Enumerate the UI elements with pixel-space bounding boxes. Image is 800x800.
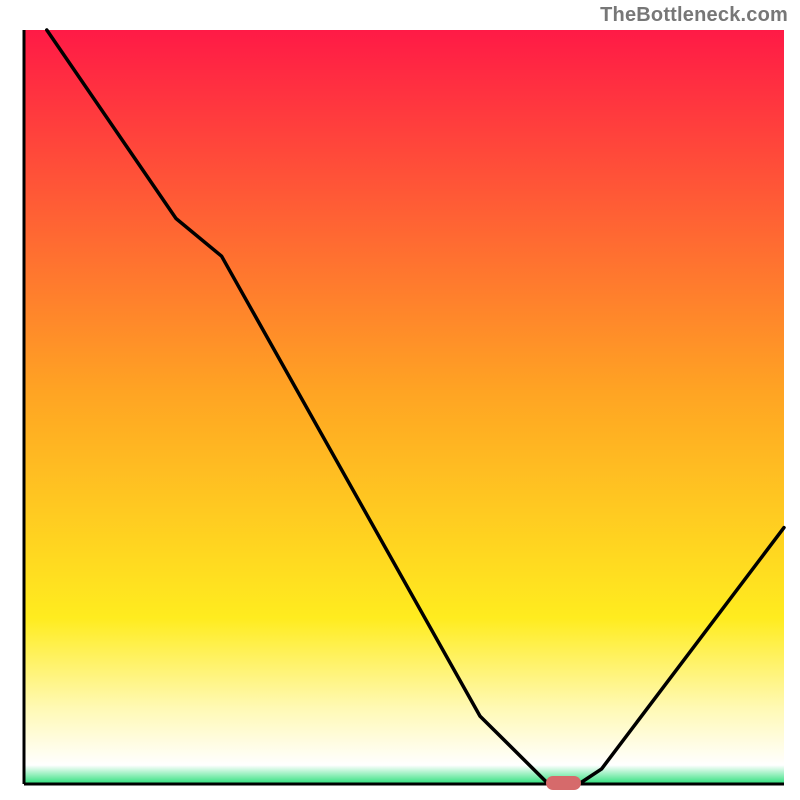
watermark-text: TheBottleneck.com	[600, 4, 788, 27]
optimal-marker	[546, 776, 580, 790]
chart-svg	[0, 0, 800, 800]
bottleneck-chart: TheBottleneck.com	[0, 0, 800, 800]
gradient-background	[24, 30, 784, 784]
